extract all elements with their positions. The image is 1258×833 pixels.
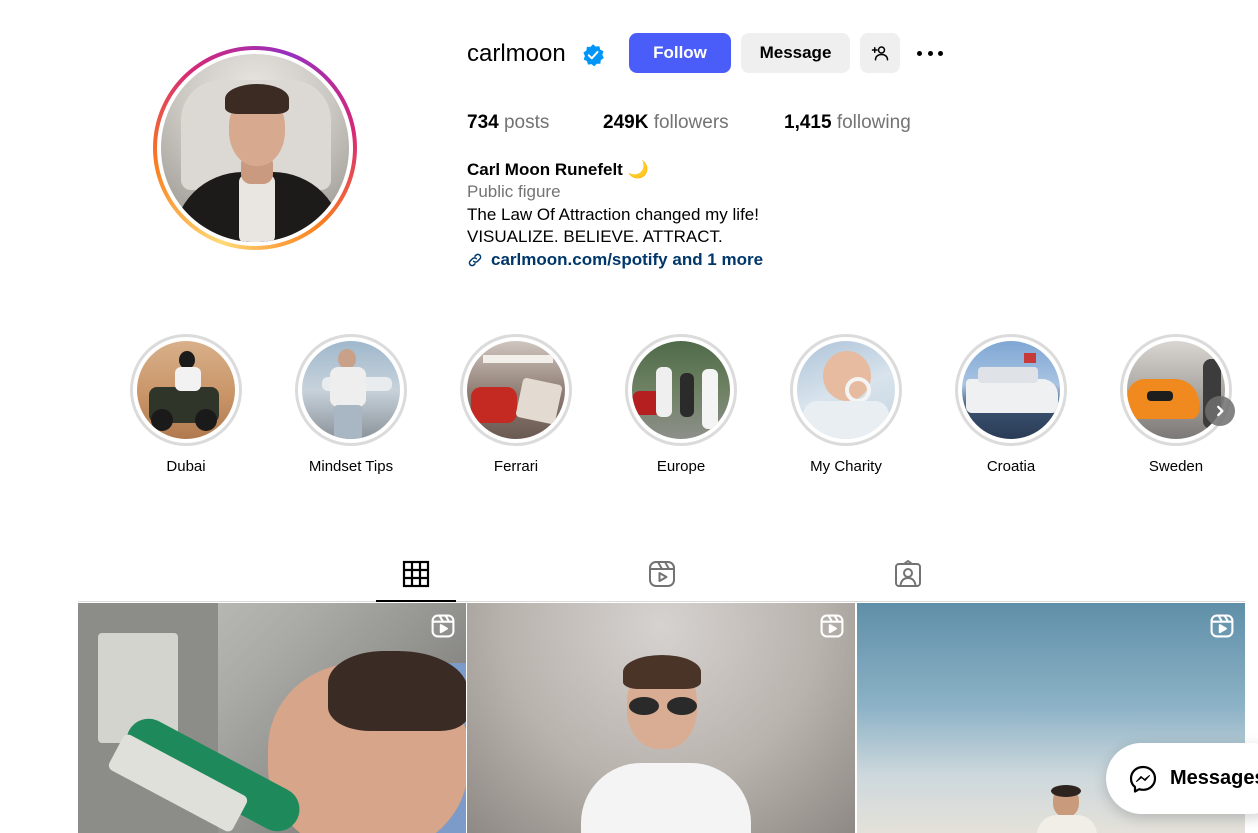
reel-icon <box>431 614 455 638</box>
followers-link[interactable]: 249K followers <box>603 112 729 134</box>
avatar-photo <box>161 54 349 242</box>
highlight-croatia[interactable]: Croatia <box>955 334 1067 475</box>
highlight-label: Sweden <box>1148 458 1204 475</box>
grid-icon <box>402 560 430 588</box>
dot <box>917 50 922 56</box>
highlight-thumbnail <box>302 341 400 439</box>
post-thumbnail[interactable] <box>467 603 855 833</box>
post-thumbnail[interactable] <box>78 603 466 833</box>
highlight-ring <box>790 334 902 446</box>
highlight-sweden[interactable]: Sweden <box>1120 334 1232 475</box>
profile-avatar[interactable] <box>153 46 357 250</box>
messages-label: Messages <box>1170 767 1258 789</box>
profile-category: Public figure <box>467 182 561 201</box>
highlight-label: Ferrari <box>493 458 539 475</box>
tab-tagged[interactable] <box>868 556 948 602</box>
reel-icon <box>820 614 844 638</box>
follow-button[interactable]: Follow <box>629 33 731 73</box>
highlight-thumbnail <box>137 341 235 439</box>
bio-line: The Law Of Attraction changed my life! <box>467 205 759 224</box>
reel-icon <box>1210 614 1234 638</box>
chevron-right-icon <box>1217 405 1224 417</box>
highlight-ring <box>295 334 407 446</box>
messages-button[interactable]: Messages <box>1106 743 1258 814</box>
suggested-accounts-button[interactable] <box>860 33 900 73</box>
highlight-label: Croatia <box>986 458 1036 475</box>
tagged-icon <box>895 560 921 587</box>
dot <box>938 50 943 56</box>
highlight-thumbnail <box>1127 341 1225 439</box>
reels-icon <box>649 561 675 587</box>
highlight-ring <box>130 334 242 446</box>
highlight-label: Europe <box>656 458 706 475</box>
highlight-ferrari[interactable]: Ferrari <box>460 334 572 475</box>
avatar-border <box>157 50 353 246</box>
dot <box>927 50 933 56</box>
highlight-ring <box>955 334 1067 446</box>
highlight-ring <box>460 334 572 446</box>
more-options-button[interactable] <box>913 40 947 66</box>
highlight-thumbnail <box>797 341 895 439</box>
highlight-ring <box>1120 334 1232 446</box>
messenger-icon <box>1129 765 1157 793</box>
highlight-label: Mindset Tips <box>308 458 394 475</box>
highlight-europe[interactable]: Europe <box>625 334 737 475</box>
highlight-thumbnail <box>467 341 565 439</box>
posts-count: 734 posts <box>467 112 550 133</box>
add-person-icon <box>871 46 889 61</box>
link-icon <box>468 253 482 267</box>
profile-full-name: Carl Moon Runefelt 🌙 <box>467 160 649 179</box>
verified-badge-icon <box>583 44 604 67</box>
bio-link-text: carlmoon.com/spotify and 1 more <box>491 250 764 269</box>
tab-posts[interactable] <box>376 556 456 602</box>
message-button[interactable]: Message <box>741 33 850 73</box>
highlight-label: My Charity <box>810 458 882 475</box>
highlight-thumbnail <box>632 341 730 439</box>
tab-reels[interactable] <box>622 556 702 602</box>
bio-external-link[interactable]: carlmoon.com/spotify and 1 more <box>467 249 763 271</box>
highlight-ring <box>625 334 737 446</box>
highlight-my-charity[interactable]: My Charity <box>790 334 902 475</box>
highlight-label: Dubai <box>166 458 206 475</box>
highlights-next-button[interactable] <box>1205 396 1235 426</box>
highlight-thumbnail <box>962 341 1060 439</box>
highlight-dubai[interactable]: Dubai <box>130 334 242 475</box>
following-link[interactable]: 1,415 following <box>784 112 911 134</box>
highlight-mindset-tips[interactable]: Mindset Tips <box>295 334 407 475</box>
bio-line: VISUALIZE. BELIEVE. ATTRACT. <box>467 227 723 246</box>
profile-username: carlmoon <box>467 40 566 67</box>
